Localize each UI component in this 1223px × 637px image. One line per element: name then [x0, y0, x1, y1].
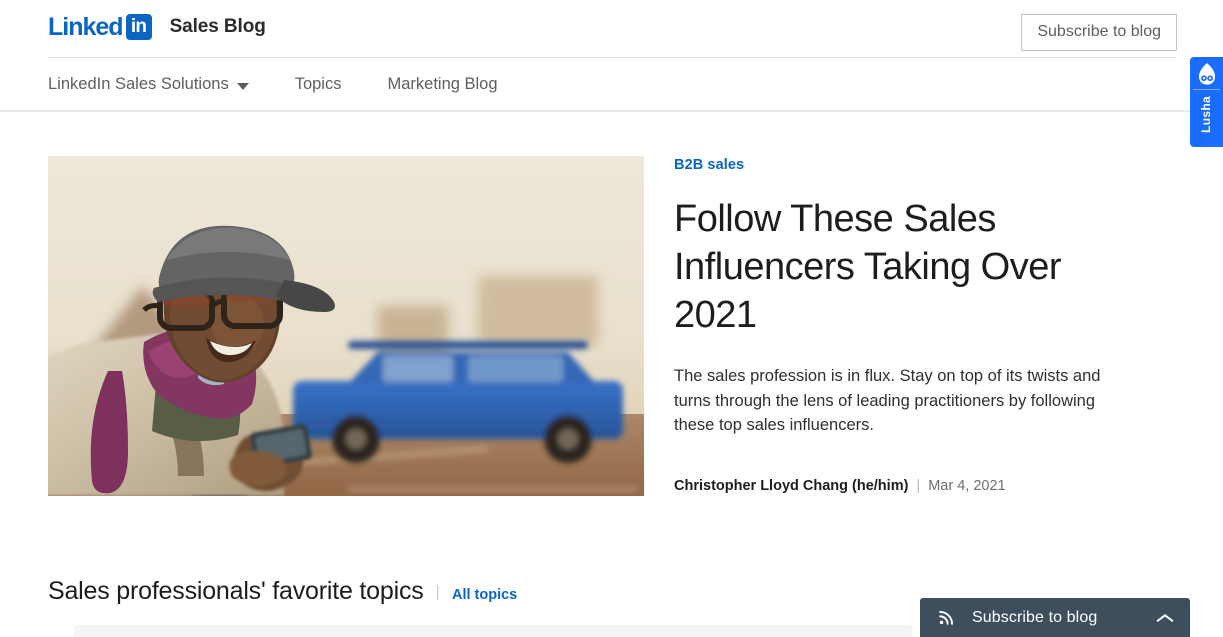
site-header: Linked in Sales Blog Subscribe to blog	[0, 0, 1223, 58]
article-date: Mar 4, 2021	[928, 477, 1006, 494]
byline-separator: |	[916, 477, 921, 494]
subscribe-bar[interactable]: Subscribe to blog	[920, 598, 1190, 637]
rss-icon	[939, 611, 953, 625]
topics-section-header: Sales professionals' favorite topics | A…	[48, 575, 517, 607]
lusha-label: Lusha	[1199, 96, 1213, 133]
lusha-divider	[1193, 89, 1220, 90]
lusha-side-tab[interactable]: Lusha	[1190, 57, 1223, 147]
nav-item-label: LinkedIn Sales Solutions	[48, 75, 229, 93]
all-topics-link[interactable]: All topics	[452, 585, 517, 605]
linkedin-in-badge: in	[125, 14, 152, 40]
featured-article: B2B sales Follow These Sales Influencers…	[48, 156, 1176, 496]
linkedin-wordmark: Linked	[48, 13, 124, 41]
nav-item-topics[interactable]: Topics	[295, 74, 342, 95]
article-excerpt: The sales profession is in flux. Stay on…	[674, 367, 1101, 434]
topics-section-title: Sales professionals' favorite topics	[48, 577, 424, 605]
featured-article-image[interactable]	[48, 156, 644, 496]
brand-lockup[interactable]: Linked in Sales Blog	[48, 14, 266, 40]
subscribe-bar-label: Subscribe to blog	[972, 608, 1098, 626]
chevron-down-icon[interactable]	[236, 83, 249, 90]
linkedin-logo-icon[interactable]: Linked in	[48, 14, 152, 40]
lusha-logo-icon	[1198, 63, 1215, 85]
nav-divider	[0, 110, 1223, 112]
nav-item-linkedin-sales-solutions[interactable]: LinkedIn Sales Solutions	[48, 74, 249, 95]
nav-item-label: Topics	[294, 75, 342, 93]
article-author[interactable]: Christopher Lloyd Chang (he/him)	[674, 476, 908, 496]
linkedin-in-text: in	[130, 15, 147, 37]
article-byline: Christopher Lloyd Chang (he/him) | Mar 4…	[674, 476, 1134, 496]
article-category-link[interactable]: B2B sales	[674, 156, 744, 174]
primary-nav: LinkedIn Sales Solutions Topics Marketin…	[0, 58, 1223, 111]
featured-article-text: B2B sales Follow These Sales Influencers…	[674, 156, 1134, 496]
topics-carousel-card[interactable]	[74, 625, 912, 637]
page-root: Linked in Sales Blog Subscribe to blog L…	[0, 0, 1223, 637]
blog-title: Sales Blog	[169, 16, 266, 37]
subscribe-to-blog-button[interactable]: Subscribe to blog	[1021, 14, 1177, 51]
chevron-up-icon[interactable]	[1156, 612, 1174, 624]
nav-item-marketing-blog[interactable]: Marketing Blog	[387, 74, 497, 95]
article-headline[interactable]: Follow These Sales Influencers Taking Ov…	[674, 195, 1094, 339]
nav-item-label: Marketing Blog	[387, 75, 498, 93]
topics-separator: |	[435, 582, 440, 601]
